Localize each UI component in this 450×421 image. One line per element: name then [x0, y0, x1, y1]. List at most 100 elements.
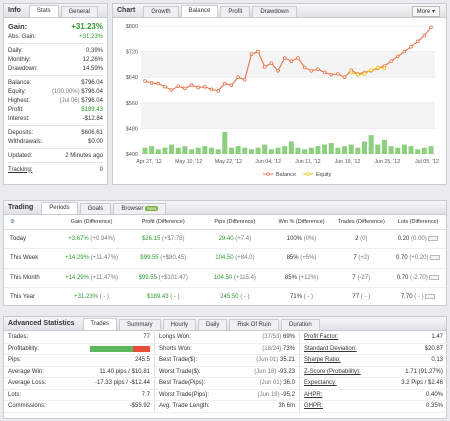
chart-panel: Chart Growth Balance Profit Drawdown Mor…	[112, 3, 447, 185]
profitability-bar	[90, 345, 150, 352]
more-button[interactable]: More ▾	[411, 6, 440, 17]
detail-toggle[interactable]	[425, 294, 436, 300]
volume-bar	[275, 147, 281, 154]
balance-point	[203, 85, 207, 89]
stat-value: 1.47	[431, 334, 443, 341]
highest-value: $796.04	[81, 97, 103, 104]
trades-cell: 77 ( - )	[332, 287, 391, 308]
stat-value: 0.40%	[425, 391, 443, 398]
balance-point	[395, 54, 400, 59]
deposits-value: $606.61	[81, 129, 103, 136]
detail-toggle[interactable]	[430, 255, 441, 261]
stat-row: Expectancy: 3.2 Pips / $2.46	[300, 378, 447, 390]
stat-label[interactable]: Profit Factor:	[304, 334, 338, 340]
tab-balance[interactable]: Balance	[180, 5, 219, 17]
balance-point	[216, 88, 220, 93]
trades-cell: 2 (0)	[332, 229, 391, 249]
balance-point	[196, 85, 201, 90]
tab-periods[interactable]: Periods	[41, 202, 78, 214]
tab-profit[interactable]: Profit	[220, 6, 251, 17]
tab-goals[interactable]: Goals	[79, 203, 112, 214]
volume-bar	[242, 147, 248, 154]
tab-summary[interactable]: Summary	[118, 319, 161, 330]
gain-cell: +31.23% ( - )	[55, 287, 128, 308]
tab-general[interactable]: General	[60, 6, 98, 17]
period-cell: This Week	[4, 248, 56, 269]
updated-row: Updated: 2 Minutes ago	[4, 151, 107, 160]
stat-note: (18/24)	[262, 345, 282, 352]
stat-label[interactable]: GHPR:	[304, 403, 323, 409]
info-title: Info	[8, 7, 21, 14]
drawdown-value: 14.59%	[82, 65, 103, 72]
volume-bar	[375, 144, 381, 154]
legend-balance-label: Balance	[276, 172, 296, 178]
balance-point	[409, 44, 413, 49]
stat-row: Z-Score (Probability): 1.71 (91.27%)	[300, 367, 447, 378]
tracking-value: 0	[99, 166, 103, 173]
advanced-title: Advanced Statistics	[8, 320, 75, 327]
x-tick-label: Jul 05, '12	[415, 159, 439, 165]
tracking-link[interactable]: Tracking:	[8, 167, 32, 173]
period-cell: This Month	[4, 268, 56, 288]
volume-bar	[255, 147, 261, 154]
stat-value: 69%	[282, 334, 295, 341]
win-cell: 85% (+12%)	[270, 268, 333, 288]
gain-cell: +14.29% (+11.47%)	[55, 248, 128, 269]
volume-bar	[169, 144, 175, 154]
monthly-value: 12.26%	[82, 56, 103, 63]
stat-value: -95.2	[281, 391, 295, 398]
table-row: This Month +14.29% (+11.47%) $99.55 (+$101…	[4, 268, 446, 288]
balance-chart: $400 $480 $560 $640 $720 $800 Apr 27, '12 May 1…	[126, 24, 439, 178]
volume-bar	[348, 144, 354, 154]
tab-hourly[interactable]: Hourly	[162, 319, 196, 330]
tab-daily[interactable]: Daily	[198, 319, 228, 330]
col-trades: Trades (Difference)	[332, 215, 391, 230]
tab-growth[interactable]: Growth	[143, 6, 179, 17]
balance-point	[289, 59, 294, 63]
equity-point	[382, 66, 387, 71]
tab-trades[interactable]: Trades	[82, 318, 117, 330]
volume-bar	[302, 149, 308, 154]
volume-bar	[195, 147, 201, 154]
stat-value: 0.35%	[425, 403, 443, 410]
tab-risk-of-ruin[interactable]: Risk Of Ruin	[229, 319, 280, 330]
legend-equity-marker	[306, 172, 310, 176]
pips-cell: 245.50 ( - )	[199, 287, 271, 308]
pips-cell: 104.50 (+84.0)	[199, 248, 271, 269]
tab-drawdown[interactable]: Drawdown	[252, 6, 297, 17]
table-header-row: ⚙ Gain (Difference) Profit (Difference) …	[4, 215, 446, 230]
stat-label[interactable]: Sharpe Ratio:	[304, 357, 341, 363]
settings-icon[interactable]: ⚙	[10, 219, 15, 225]
balance-point	[415, 39, 420, 44]
profit-row: Profit: $189.43	[4, 105, 107, 114]
stat-value: -17.33 pips / -$12.44	[94, 380, 150, 387]
lots-cell: 7.70 ( - )	[390, 287, 446, 308]
balance-point	[322, 70, 327, 75]
stat-label: Best Trade(Pips):	[159, 380, 206, 387]
y-tick-label: $400	[126, 152, 138, 158]
tab-browser[interactable]: Browser New	[113, 203, 167, 214]
stat-label[interactable]: Expectancy:	[304, 380, 337, 386]
balance-point	[223, 81, 227, 86]
stat-label[interactable]: AHPR:	[304, 392, 322, 398]
daily-row: Daily: 0.39%	[4, 46, 107, 55]
volume-bar	[149, 146, 155, 154]
equity-point	[349, 70, 353, 75]
detail-toggle[interactable]	[429, 274, 440, 280]
stat-value: 245.5	[134, 357, 150, 364]
stat-note: (Jun 01)	[259, 380, 282, 387]
volume-bar	[408, 146, 414, 154]
info-panel: Info Stats General Gain: +31.23% Abs. Ga…	[3, 3, 108, 185]
balance-point	[262, 65, 267, 69]
volume-bar	[142, 147, 148, 154]
detail-toggle[interactable]	[428, 235, 439, 241]
tab-stats[interactable]: Stats	[28, 5, 59, 17]
stat-label[interactable]: Z-Score (Probability):	[304, 369, 361, 375]
tab-duration[interactable]: Duration	[281, 319, 320, 330]
x-tick-label: Jun 04, '12	[255, 159, 281, 165]
volume-bar	[202, 146, 208, 154]
trades-cell: 7 (-27)	[332, 268, 391, 288]
col-win: Win % (Difference)	[270, 215, 333, 230]
stat-label[interactable]: Standard Deviation:	[304, 346, 357, 352]
stat-label: Lots:	[8, 391, 22, 398]
